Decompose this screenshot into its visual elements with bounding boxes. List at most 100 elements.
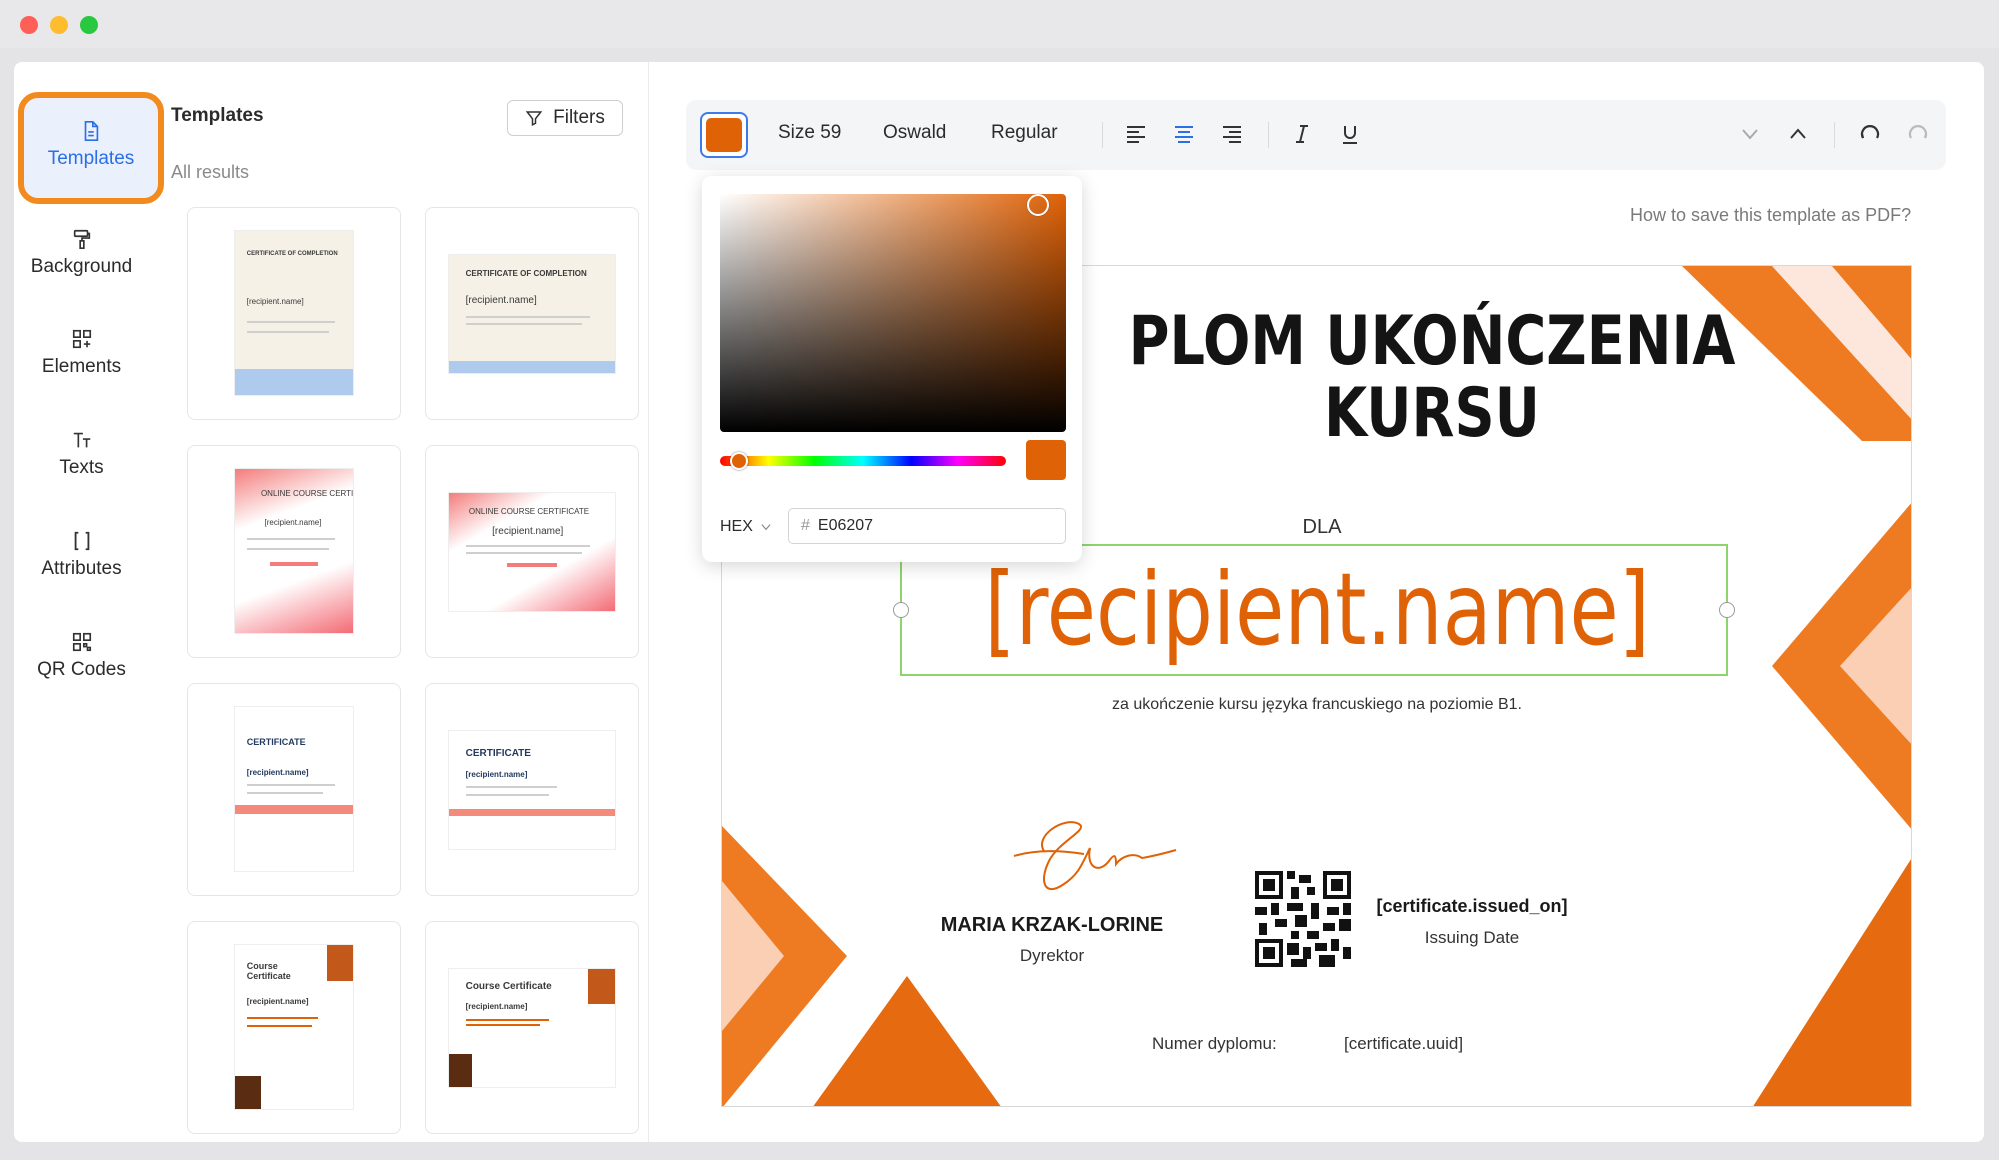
template-card-1[interactable]: CERTIFICATE OF COMPLETION [recipient.nam… bbox=[187, 207, 401, 420]
template-card-2[interactable]: CERTIFICATE OF COMPLETION [recipient.nam… bbox=[425, 207, 639, 420]
thumbnail-title: ONLINE COURSE CERTIFICATE bbox=[260, 488, 354, 498]
underline-icon[interactable] bbox=[1338, 122, 1362, 146]
color-format-select[interactable]: HEX bbox=[720, 518, 773, 536]
template-thumbnail: ONLINE COURSE CERTIFICATE [recipient.nam… bbox=[448, 492, 616, 612]
template-thumbnail: Course Certificate [recipient.name] bbox=[234, 944, 354, 1110]
chevron-down-icon bbox=[761, 524, 771, 531]
sidebar-item-qr-codes[interactable]: QR Codes bbox=[14, 615, 149, 705]
thumbnail-name: [recipient.name] bbox=[246, 296, 304, 306]
minimize-window-icon[interactable] bbox=[50, 16, 68, 34]
filters-button[interactable]: Filters bbox=[507, 100, 623, 136]
hex-value: E06207 bbox=[817, 517, 874, 534]
window-titlebar bbox=[0, 0, 1999, 48]
certificate-description[interactable]: za ukończenie kursu języka francuskiego … bbox=[902, 696, 1732, 714]
signature-image[interactable] bbox=[1004, 806, 1179, 901]
qr-icon bbox=[72, 632, 91, 652]
thumbnail-title: CERTIFICATE OF COMPLETION bbox=[465, 269, 587, 279]
template-card-5[interactable]: CERTIFICATE [recipient.name] bbox=[187, 683, 401, 896]
thumbnail-name: [recipient.name] bbox=[465, 769, 528, 779]
templates-panel: Templates Filters All results CERTIFICAT… bbox=[149, 62, 649, 1142]
undo-icon[interactable] bbox=[1858, 122, 1882, 146]
template-card-3[interactable]: ONLINE COURSE CERTIFICATE [recipient.nam… bbox=[187, 445, 401, 658]
signer-name[interactable]: MARIA KRZAK-LORINE bbox=[932, 914, 1172, 937]
save-pdf-help-link[interactable]: How to save this template as PDF? bbox=[1630, 205, 1911, 226]
color-preview-swatch bbox=[1026, 440, 1066, 480]
align-left-icon[interactable] bbox=[1124, 122, 1148, 146]
font-size-select[interactable]: Size 59 bbox=[778, 122, 841, 144]
sidebar-item-label: Templates bbox=[47, 148, 135, 169]
file-icon bbox=[84, 121, 99, 141]
sidebar-item-texts[interactable]: Texts bbox=[14, 413, 149, 503]
thumbnail-name: [recipient.name] bbox=[465, 295, 537, 307]
resize-handle-right[interactable] bbox=[1719, 602, 1735, 618]
saturation-value-handle[interactable] bbox=[1027, 194, 1049, 216]
template-thumbnail: CERTIFICATE OF COMPLETION [recipient.nam… bbox=[234, 230, 354, 396]
thumbnail-title: CERTIFICATE bbox=[246, 736, 306, 747]
align-center-icon[interactable] bbox=[1172, 122, 1196, 146]
resize-handle-left[interactable] bbox=[893, 602, 909, 618]
filters-label: Filters bbox=[553, 107, 605, 128]
align-right-icon[interactable] bbox=[1220, 122, 1244, 146]
thumbnail-title: Course Certificate bbox=[246, 961, 291, 982]
certificate-uuid-placeholder[interactable]: [certificate.uuid] bbox=[1344, 1034, 1463, 1054]
signer-role[interactable]: Dyrektor bbox=[932, 946, 1172, 966]
sidebar-item-label: QR Codes bbox=[37, 659, 126, 680]
thumbnail-name: [recipient.name] bbox=[246, 767, 309, 777]
template-card-6[interactable]: CERTIFICATE [recipient.name] bbox=[425, 683, 639, 896]
certificate-dla[interactable]: DLA bbox=[1282, 516, 1362, 539]
certificate-title-line2: KURSU bbox=[1324, 374, 1540, 453]
hex-color-input[interactable]: # E06207 bbox=[788, 508, 1066, 544]
hue-slider[interactable] bbox=[720, 456, 1006, 466]
certificate-number-label[interactable]: Numer dyplomu: bbox=[1152, 1034, 1277, 1054]
color-format-label: HEX bbox=[720, 518, 753, 535]
recipient-name-textbox[interactable]: [recipient.name] bbox=[893, 544, 1735, 676]
template-card-7[interactable]: Course Certificate [recipient.name] bbox=[187, 921, 401, 1134]
thumbnail-name: [recipient.name] bbox=[264, 518, 322, 528]
color-swatch bbox=[706, 118, 742, 152]
hash-symbol: # bbox=[801, 517, 810, 534]
sidebar-item-label: Attributes bbox=[41, 558, 122, 579]
filter-icon bbox=[525, 111, 543, 126]
results-label: All results bbox=[171, 162, 250, 182]
sidebar-item-label: Background bbox=[30, 256, 133, 277]
recipient-name-text: [recipient.name] bbox=[984, 551, 1650, 668]
thumbnail-title: CERTIFICATE OF COMPLETION bbox=[246, 250, 338, 257]
chevron-up-icon[interactable] bbox=[1786, 122, 1810, 146]
hue-slider-handle[interactable] bbox=[730, 452, 748, 470]
sidebar-item-attributes[interactable]: Attributes bbox=[14, 514, 149, 604]
chevron-down-icon[interactable] bbox=[1738, 122, 1762, 146]
sidebar-item-background[interactable]: Background bbox=[14, 212, 149, 302]
sidebar-item-templates[interactable]: Templates bbox=[18, 92, 164, 204]
paint-roller-icon bbox=[73, 229, 90, 249]
elements-grid-icon bbox=[72, 329, 91, 349]
redo-icon[interactable] bbox=[1906, 122, 1930, 146]
template-card-4[interactable]: ONLINE COURSE CERTIFICATE [recipient.nam… bbox=[425, 445, 639, 658]
thumbnail-title: CERTIFICATE bbox=[465, 747, 531, 759]
thumbnail-name: [recipient.name] bbox=[492, 526, 564, 538]
sidebar-item-label: Elements bbox=[41, 356, 122, 377]
thumbnail-title: ONLINE COURSE CERTIFICATE bbox=[468, 507, 590, 517]
italic-icon[interactable] bbox=[1290, 122, 1314, 146]
template-thumbnail: Course Certificate [recipient.name] bbox=[448, 968, 616, 1088]
template-thumbnail: CERTIFICATE [recipient.name] bbox=[448, 730, 616, 850]
text-color-button[interactable] bbox=[700, 112, 748, 158]
close-window-icon[interactable] bbox=[20, 16, 38, 34]
issued-on-placeholder[interactable]: [certificate.issued_on] bbox=[1352, 896, 1592, 917]
issued-on-label[interactable]: Issuing Date bbox=[1352, 928, 1592, 948]
thumbnail-name: [recipient.name] bbox=[465, 1002, 528, 1012]
saturation-value-area[interactable] bbox=[720, 194, 1066, 432]
template-thumbnail: CERTIFICATE OF COMPLETION [recipient.nam… bbox=[448, 254, 616, 374]
sidebar-item-label: Texts bbox=[59, 457, 104, 478]
thumbnail-title: Course Certificate bbox=[465, 980, 552, 992]
font-weight-select[interactable]: Regular bbox=[991, 122, 1058, 144]
font-family-select[interactable]: Oswald bbox=[883, 122, 946, 144]
maximize-window-icon[interactable] bbox=[80, 16, 98, 34]
template-card-8[interactable]: Course Certificate [recipient.name] bbox=[425, 921, 639, 1134]
certificate-title[interactable]: PLOM UKOŃCZENIA KURSU bbox=[1047, 306, 1818, 450]
panel-title: Templates bbox=[171, 105, 264, 126]
thumbnail-name: [recipient.name] bbox=[246, 997, 309, 1007]
app-window: Templates Background Elements Texts Attr… bbox=[14, 62, 1984, 1142]
sidebar-item-elements[interactable]: Elements bbox=[14, 312, 149, 402]
qr-code-image[interactable] bbox=[1255, 871, 1351, 967]
text-format-toolbar: Size 59 Oswald Regular bbox=[686, 100, 1946, 170]
